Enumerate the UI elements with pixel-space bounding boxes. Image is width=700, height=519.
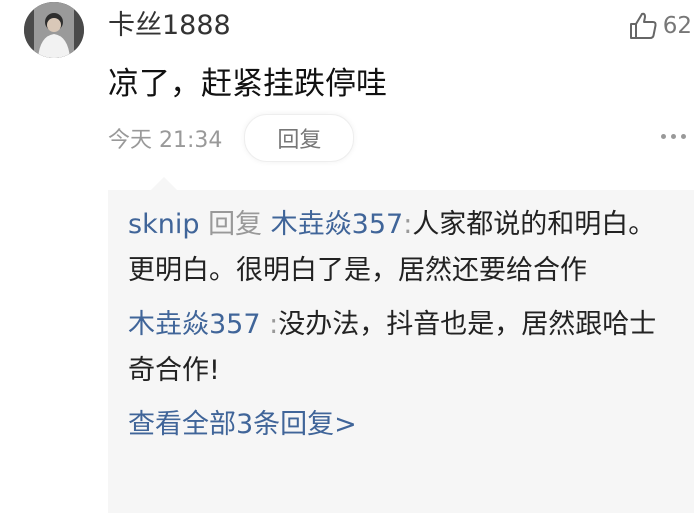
comment-timestamp: 今天 21:34: [108, 128, 223, 153]
more-dot: [681, 133, 686, 139]
reply-author[interactable]: 木垚焱357: [128, 309, 261, 340]
reply-separator: :: [269, 309, 279, 340]
more-dot: [661, 133, 666, 139]
reply-button[interactable]: 回复: [244, 114, 355, 162]
reply-item[interactable]: sknip 回复 木垚焱357:人家都说的和明白。更明白。很明白了是，居然还要给…: [128, 202, 674, 294]
avatar-image: [24, 2, 84, 58]
comment-username[interactable]: 卡丝1888: [108, 8, 231, 44]
like-button[interactable]: 62: [627, 10, 692, 42]
reply-author[interactable]: sknip: [128, 209, 199, 240]
reply-separator: :: [403, 209, 413, 240]
thumbs-up-icon: [629, 12, 657, 39]
comment-text: 凉了，赶紧挂跌停哇: [108, 66, 387, 102]
avatar[interactable]: [24, 2, 84, 58]
like-count: 62: [662, 13, 692, 39]
replies-caret: [150, 177, 178, 191]
replies-panel: sknip 回复 木垚焱357:人家都说的和明白。更明白。很明白了是，居然还要给…: [108, 177, 694, 513]
more-dots-icon[interactable]: [661, 122, 686, 150]
reply-word: 回复: [208, 209, 263, 240]
reply-target[interactable]: 木垚焱357: [271, 209, 404, 240]
more-dot: [671, 133, 676, 139]
reply-item[interactable]: 木垚焱357 :没办法，抖音也是，居然跟哈士奇合作!: [128, 302, 674, 394]
comment-meta: 今天 21:34 回复: [108, 114, 355, 162]
view-all-replies-link[interactable]: 查看全部3条回复>: [128, 402, 674, 448]
